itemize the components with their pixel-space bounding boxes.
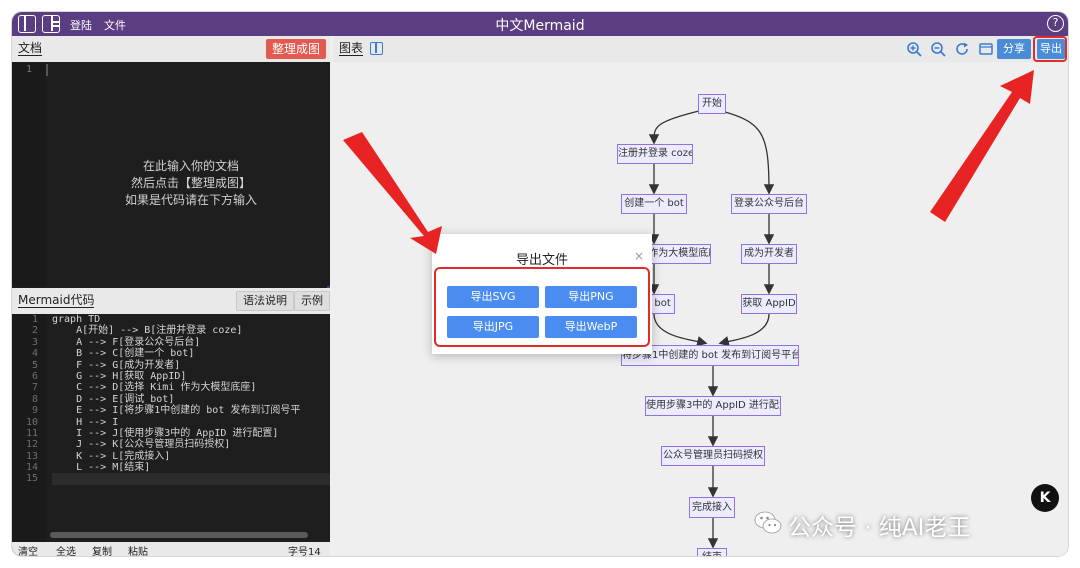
export-dialog: 导出文件 × 导出SVG 导出PNG 导出JPG 导出WebP	[432, 234, 652, 354]
export-png-button[interactable]: 导出PNG	[545, 286, 637, 308]
share-button[interactable]: 分享	[997, 39, 1031, 59]
node-create-bot[interactable]: 创建一个 bot	[621, 194, 687, 214]
code-line-number: 13	[25, 450, 38, 462]
code-line: I --> J[使用步骤3中的 AppID 进行配置]	[52, 427, 279, 439]
code-line-number: 9	[31, 405, 38, 417]
node-become-dev[interactable]: 成为开发者	[741, 244, 797, 264]
code-line-number: 3	[31, 336, 38, 348]
node-complete[interactable]: 完成接入	[689, 497, 735, 518]
font-size-label: 字号14	[288, 547, 321, 556]
title-bar: 登陆 文件 中文Mermaid ?	[12, 12, 1068, 36]
node-end[interactable]: 结束	[697, 548, 727, 556]
code-line: A[开始] --> B[注册并登录 coze]	[52, 325, 243, 337]
node-admin-auth[interactable]: 公众号管理员扫码授权	[661, 446, 765, 466]
code-line: K --> L[完成接入]	[52, 450, 171, 462]
help-icon[interactable]: ?	[1047, 15, 1064, 32]
syntax-help-button[interactable]: 语法说明	[236, 291, 294, 311]
close-icon[interactable]: ×	[634, 249, 644, 263]
text-cursor	[46, 64, 48, 76]
select-all-button[interactable]: 全选	[56, 543, 76, 556]
arrange-to-diagram-button[interactable]: 整理成图	[265, 39, 326, 59]
badge-icon: K	[1031, 484, 1059, 512]
doc-panel-header: 文档 整理成图	[12, 36, 330, 62]
code-panel-label: Mermaid代码	[18, 293, 95, 308]
split-view-icon[interactable]	[370, 42, 383, 55]
node-get-appid[interactable]: 获取 AppID	[741, 294, 797, 314]
example-button[interactable]: 示例	[294, 291, 330, 311]
node-register-coze[interactable]: 注册并登录 coze	[617, 144, 693, 164]
app-title: 中文Mermaid	[495, 18, 585, 34]
code-line: C --> D[选择 Kimi 作为大模型底座]	[52, 382, 257, 394]
code-line: G --> H[获取 AppID]	[52, 370, 187, 382]
code-line-number: 8	[31, 393, 38, 405]
doc-placeholder: 在此输入你的文档 然后点击【整理成图】 如果是代码请在下方输入	[52, 158, 330, 209]
doc-hint-line: 如果是代码请在下方输入	[124, 193, 257, 207]
code-line-number: 2	[31, 325, 38, 337]
code-line-number: 5	[31, 359, 38, 371]
code-line-number: 7	[31, 382, 38, 394]
code-panel-header: Mermaid代码 语法说明 示例	[12, 288, 330, 314]
layout-split-icon[interactable]	[18, 15, 36, 33]
chart-toolbar: 图表 分享 导出	[333, 36, 1068, 62]
edge-e-i	[653, 313, 708, 347]
status-bar: 清空 全选 复制 粘贴 字号14	[12, 542, 330, 556]
export-highlight-box	[1033, 36, 1067, 62]
zoom-out-icon[interactable]	[930, 41, 946, 57]
code-line: H --> I	[52, 416, 119, 428]
horizontal-scrollbar[interactable]	[50, 532, 308, 538]
watermark-text: 公众号 · 纯AI老王	[788, 515, 971, 541]
code-line: F --> G[成为开发者]	[52, 359, 181, 371]
left-panel: 文档 整理成图 1 在此输入你的文档 然后点击【整理成图】 如果是代码请在下方输…	[12, 36, 330, 556]
menu-login[interactable]: 登陆	[70, 17, 92, 33]
code-editor[interactable]: 1 2 3 4 5 6 7 8 9 10 11 12 13 14 15 graph TD A[开始] -->…	[12, 314, 330, 542]
paste-button[interactable]: 粘贴	[128, 543, 148, 556]
code-line-number: 12	[25, 439, 38, 451]
doc-hint-line: 然后点击【整理成图】	[130, 176, 251, 190]
code-line: B --> C[创建一个 bot]	[52, 348, 195, 360]
edge-h-i	[718, 313, 770, 347]
code-gutter: 1 2 3 4 5 6 7 8 9 10 11 12 13 14 15	[12, 314, 46, 542]
code-line: J --> K[公众号管理员扫码授权]	[52, 439, 231, 451]
code-line-number: 10	[25, 416, 38, 428]
clear-button[interactable]: 清空	[18, 543, 38, 556]
line-number: 1	[26, 64, 33, 75]
reset-view-icon[interactable]	[954, 41, 970, 57]
code-line-number: 6	[31, 370, 38, 382]
export-jpg-button[interactable]: 导出JPG	[447, 316, 539, 338]
code-line: A --> F[登录公众号后台]	[52, 336, 201, 348]
wechat-icon	[754, 511, 782, 534]
doc-gutter: 1	[12, 62, 46, 286]
node-config-appid[interactable]: 使用步骤3中的 AppID 进行配置	[645, 396, 781, 416]
edge-a-f	[717, 109, 775, 195]
code-line	[52, 473, 330, 485]
menu-file[interactable]: 文件	[104, 17, 126, 33]
code-line-number: 15	[25, 473, 38, 485]
code-line: D --> E[调试 bot]	[52, 393, 175, 405]
zoom-in-icon[interactable]	[906, 41, 922, 57]
layout-grid-icon[interactable]	[42, 15, 60, 33]
export-svg-button[interactable]: 导出SVG	[447, 286, 539, 308]
code-lines: graph TD A[开始] --> B[注册并登录 coze] A --> F…	[52, 314, 330, 485]
code-line-number: 4	[31, 348, 38, 360]
doc-editor[interactable]: 1 在此输入你的文档 然后点击【整理成图】 如果是代码请在下方输入	[12, 62, 330, 286]
code-line-number: 1	[31, 314, 38, 325]
node-start[interactable]: 开始	[698, 94, 726, 114]
code-line-number: 11	[25, 427, 38, 439]
chart-panel-label: 图表	[339, 41, 364, 56]
code-line-number: 14	[25, 462, 38, 474]
fullscreen-icon[interactable]	[978, 41, 994, 57]
export-dialog-title: 导出文件	[515, 253, 568, 268]
code-line: E --> I[将步骤1中创建的 bot 发布到订阅号平	[52, 405, 301, 417]
edge-a-b	[648, 109, 704, 145]
code-line: L --> M[结束]	[52, 462, 151, 474]
doc-panel-label: 文档	[18, 41, 43, 56]
copy-button[interactable]: 复制	[92, 543, 112, 556]
app-window: 登陆 文件 中文Mermaid ? 文档 整理成图 1 在此输入你的文档 然后点…	[12, 12, 1068, 556]
export-webp-button[interactable]: 导出WebP	[545, 316, 637, 338]
node-login-mp[interactable]: 登录公众号后台	[731, 194, 807, 214]
doc-hint-line: 在此输入你的文档	[142, 159, 239, 173]
code-line: graph TD	[52, 314, 101, 325]
